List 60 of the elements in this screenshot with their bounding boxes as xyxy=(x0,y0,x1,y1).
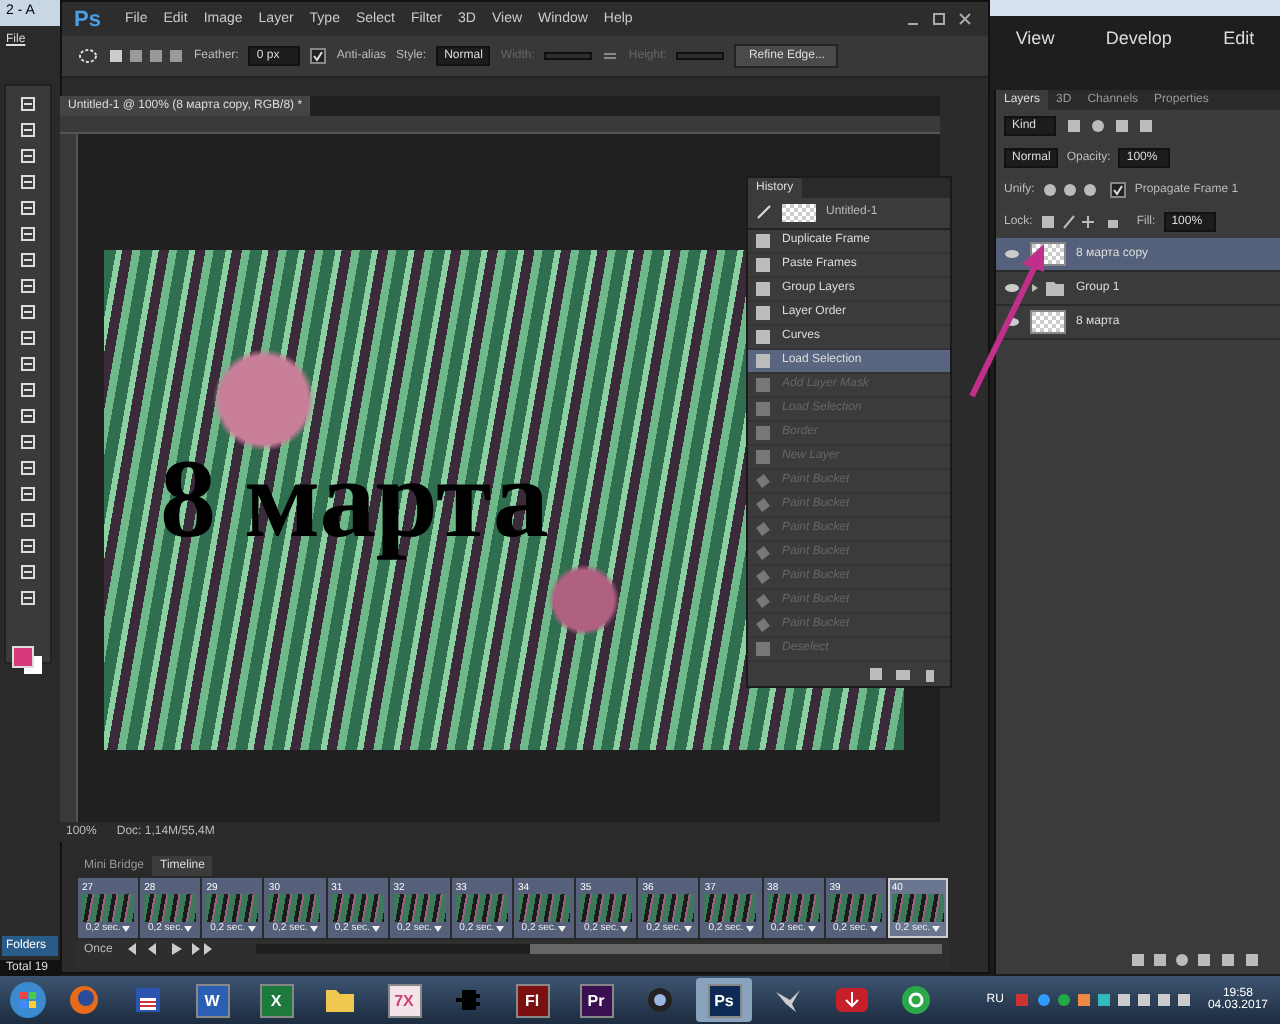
app-logo: Ps xyxy=(72,7,103,31)
folder-icon xyxy=(1030,280,1066,296)
menu-item[interactable]: Develop xyxy=(1105,28,1172,48)
frame-thumbnail xyxy=(268,894,321,922)
document-icon xyxy=(754,639,772,658)
height-field[interactable] xyxy=(676,52,725,60)
frame-thumbnail xyxy=(767,894,820,922)
frame-thumbnail xyxy=(82,894,135,922)
frame-thumbnail xyxy=(642,894,695,922)
eye-icon[interactable] xyxy=(1004,248,1020,260)
taskbar-button[interactable]: Fl xyxy=(504,978,560,1022)
new-document-icon[interactable] xyxy=(868,666,884,682)
start-button[interactable] xyxy=(8,980,48,1020)
frame-thumbnail xyxy=(393,894,446,922)
app-icon: X xyxy=(259,983,293,1017)
taskbar-button[interactable]: Pr xyxy=(568,978,624,1022)
width-field[interactable] xyxy=(544,52,593,60)
trash-icon[interactable] xyxy=(922,666,938,682)
checkbox[interactable] xyxy=(310,48,327,64)
snapshot-thumbnail xyxy=(782,203,816,222)
color-swatches-icon[interactable] xyxy=(12,646,44,676)
download-icon xyxy=(836,988,868,1012)
frame-thumbnail xyxy=(704,894,757,922)
app-icon: Ps xyxy=(707,983,741,1017)
swap-icon[interactable] xyxy=(602,48,619,64)
folder-icon xyxy=(324,986,356,1014)
frame-thumbnail xyxy=(829,894,882,922)
ellipse-marquee-icon[interactable] xyxy=(78,48,98,64)
taskbar-button[interactable]: W xyxy=(184,978,240,1022)
mail-at-icon xyxy=(900,984,932,1016)
checkbox[interactable] xyxy=(1110,182,1127,198)
frame-thumbnail xyxy=(455,894,508,922)
maximize-icon[interactable] xyxy=(932,12,946,26)
app-icon: Pr xyxy=(579,983,613,1017)
tray-icons[interactable] xyxy=(1015,992,1196,1008)
taskbar-button[interactable]: Ps xyxy=(696,978,752,1022)
webcam-icon xyxy=(642,984,678,1016)
frame-thumbnail xyxy=(891,894,944,922)
frame-thumbnail xyxy=(331,894,384,922)
app-icon: 7X xyxy=(387,983,421,1017)
menu-item[interactable]: View xyxy=(1015,28,1055,48)
eye-icon[interactable] xyxy=(1004,316,1020,328)
scrollbar[interactable] xyxy=(256,944,942,954)
eye-icon[interactable] xyxy=(1004,282,1020,294)
taskbar-button[interactable]: 7X xyxy=(376,978,432,1022)
plug-icon xyxy=(454,988,482,1012)
menu-item[interactable]: Edit xyxy=(1223,28,1255,48)
app-icon: W xyxy=(195,983,229,1017)
taskbar-button[interactable]: X xyxy=(248,978,304,1022)
frame-thumbnail xyxy=(580,894,633,922)
frame-thumbnail xyxy=(144,894,197,922)
frame-thumbnail xyxy=(206,894,259,922)
close-icon[interactable] xyxy=(958,12,972,26)
camera-icon[interactable] xyxy=(894,666,912,682)
canvas-text: 8 марта xyxy=(160,436,549,564)
selection-modes-icon[interactable] xyxy=(108,48,184,64)
layer-thumbnail xyxy=(1030,310,1066,334)
frame-thumbnail xyxy=(518,894,571,922)
browser-icon xyxy=(68,984,100,1016)
app-icon: Fl xyxy=(515,983,549,1017)
